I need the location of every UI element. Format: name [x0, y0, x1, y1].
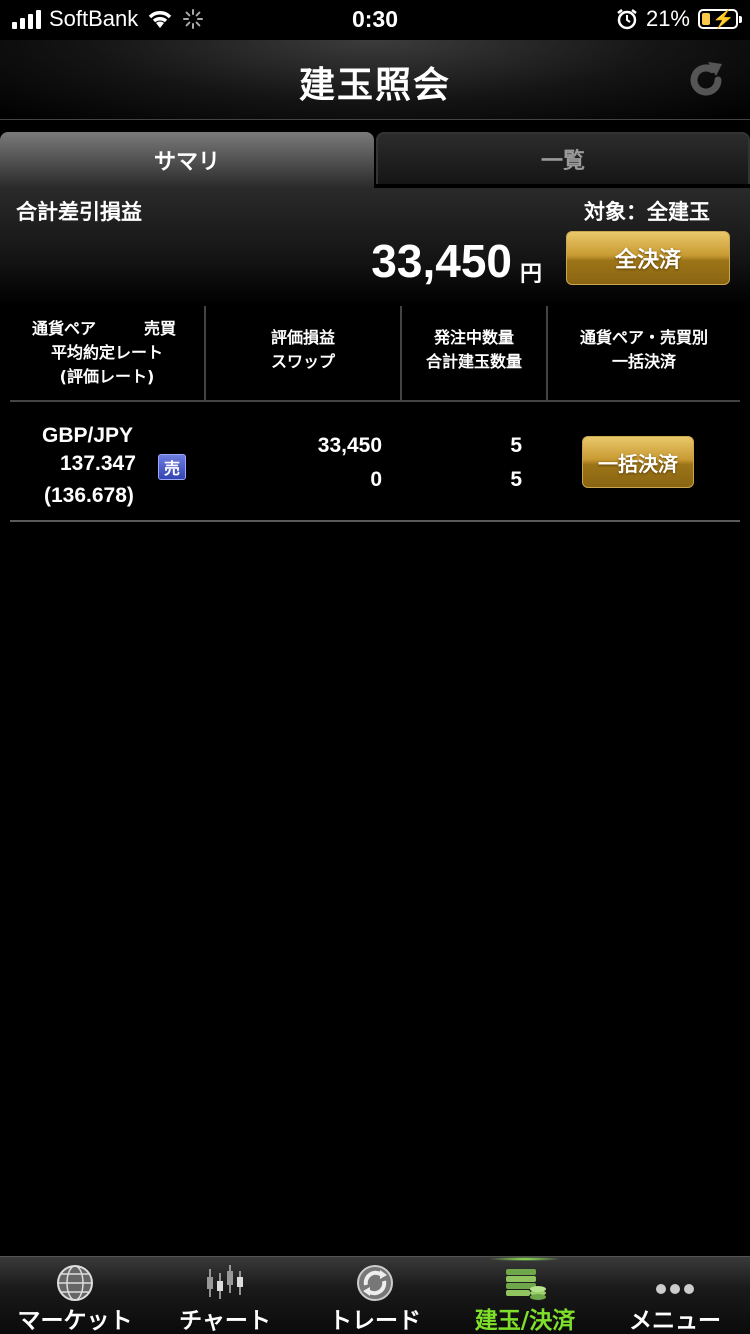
eval-rate: (136.678) [44, 484, 134, 507]
bottom-tab-bar: マーケット チャート トレード 建玉/決済 メニュー [0, 1256, 750, 1334]
col-header-pl-label: 評価損益 [270, 328, 335, 347]
segment-tabs: サマリ 一覧 [0, 132, 750, 188]
page-title: 建玉照会 [298, 65, 451, 106]
total-quantity: 5 [510, 468, 522, 491]
sell-badge: 売 [158, 454, 186, 480]
tab-trade-label: トレード [329, 1308, 421, 1334]
tab-menu[interactable]: メニュー [600, 1257, 750, 1334]
total-pl-unit: 円 [519, 262, 542, 287]
trade-icon [357, 1265, 393, 1301]
profit-loss: 33,450 [317, 434, 382, 457]
alarm-icon [617, 9, 637, 30]
col-header-pair: 通貨ペア 売買 平均約定レート (評価レート) [10, 306, 204, 400]
currency-pair: GBP/JPY [42, 424, 134, 447]
tab-positions-label: 建玉/決済 [474, 1308, 576, 1334]
table-header: 通貨ペア 売買 平均約定レート (評価レート) 評価損益 スワップ 発注中数量 … [10, 306, 740, 402]
order-quantity: 5 [510, 434, 522, 457]
col-header-total-qty: 合計建玉数量 [425, 352, 522, 371]
col-header-pl: 評価損益 スワップ [206, 306, 400, 400]
tab-chart-label: チャート [179, 1308, 271, 1334]
nav-header: 建玉照会 [0, 40, 750, 120]
total-pl-label: 合計差引損益 [16, 200, 142, 224]
more-icon [656, 1284, 694, 1294]
tab-trade[interactable]: トレード [300, 1257, 450, 1334]
tab-positions[interactable]: 建玉/決済 [450, 1257, 600, 1334]
col-header-eval-rate: (評価レート) [59, 367, 155, 386]
table-row[interactable]: GBP/JPY 137.347 売 (136.678) 33,450 0 5 5… [10, 404, 740, 522]
tab-market-label: マーケット [17, 1308, 133, 1334]
col-header-bulk: 通貨ペア・売買別 一括決済 [548, 306, 740, 400]
bulk-close-button[interactable]: 一括決済 [582, 436, 694, 488]
globe-icon [57, 1265, 93, 1301]
col-header-pair-label: 通貨ペア [32, 319, 97, 338]
col-header-side-label: 売買 [143, 319, 176, 338]
tab-chart[interactable]: チャート [150, 1257, 300, 1334]
tab-summary[interactable]: サマリ [0, 132, 374, 188]
col-header-bulk-line1: 通貨ペア・売買別 [579, 328, 708, 347]
tab-menu-label: メニュー [629, 1308, 721, 1334]
col-header-order-qty: 発注中数量 [433, 328, 514, 347]
candlestick-icon [207, 1265, 243, 1299]
avg-rate: 137.347 [60, 452, 136, 475]
battery-percent: 21% [645, 6, 690, 31]
battery-icon: ⚡ [698, 9, 742, 29]
coins-icon [506, 1269, 546, 1300]
col-header-qty: 発注中数量 合計建玉数量 [402, 306, 546, 400]
summary-panel: 合計差引損益 対象：全建玉 33,450 円 全決済 [0, 188, 750, 306]
status-bar: SoftBank 0:30 21% ⚡ [0, 0, 750, 40]
tab-list[interactable]: 一覧 [376, 132, 750, 184]
refresh-icon[interactable] [684, 58, 728, 102]
target-label: 対象：全建玉 [584, 200, 710, 224]
col-header-swap-label: スワップ [270, 352, 335, 371]
swap-value: 0 [370, 468, 382, 491]
col-header-bulk-line2: 一括決済 [611, 352, 676, 371]
close-all-button[interactable]: 全決済 [566, 231, 730, 285]
tab-market[interactable]: マーケット [0, 1257, 150, 1334]
col-header-avg-rate: 平均約定レート [50, 343, 163, 362]
total-pl-amount: 33,450 [371, 235, 512, 287]
status-right: 21% ⚡ [616, 6, 742, 32]
